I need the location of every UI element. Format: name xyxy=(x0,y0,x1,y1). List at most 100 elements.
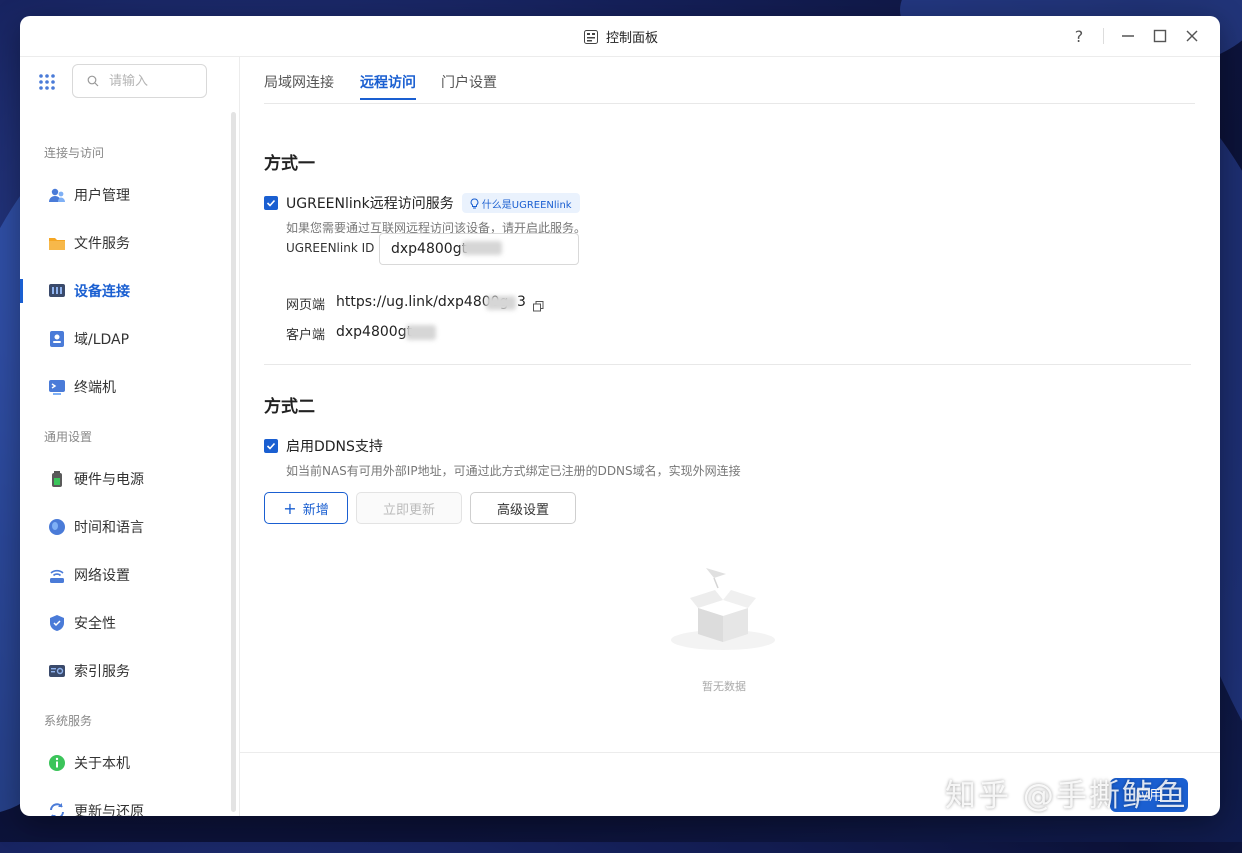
update-now-button[interactable]: 立即更新 xyxy=(356,492,462,524)
ddns-hint: 如当前NAS有可用外部IP地址，可通过此方式绑定已注册的DDNS域名，实现外网连… xyxy=(286,464,741,478)
bulb-icon xyxy=(470,197,479,208)
close-icon xyxy=(1186,30,1198,42)
sidebar-item-update-restore[interactable]: 更新与还原 xyxy=(20,791,230,816)
sidebar-item-label: 终端机 xyxy=(74,380,116,396)
ugreenlink-row: UGREENlink远程访问服务 什么是UGREENlink xyxy=(264,193,580,213)
ugreenlink-id-field[interactable] xyxy=(379,233,579,265)
ugreenlink-id-label: UGREENlink ID xyxy=(286,241,375,255)
redacted-mask xyxy=(486,296,516,310)
search-box[interactable] xyxy=(72,64,207,98)
close-button[interactable] xyxy=(1180,24,1204,48)
copy-icon[interactable] xyxy=(533,297,544,316)
add-button[interactable]: + 新增 xyxy=(264,492,348,524)
users-icon xyxy=(48,186,66,204)
main-content: 局域网连接 远程访问 门户设置 方式一 UGREENlink远程访问服务 什么是… xyxy=(240,56,1220,816)
advanced-settings-label: 高级设置 xyxy=(496,502,549,518)
sidebar-item-label: 用户管理 xyxy=(74,188,130,204)
section-label-connection: 连接与访问 xyxy=(44,146,105,160)
web-url-tail: 3 xyxy=(517,294,526,310)
sidebar-item-users[interactable]: 用户管理 xyxy=(20,175,230,215)
sidebar-item-time-language[interactable]: 时间和语言 xyxy=(20,507,230,547)
sidebar-item-label: 时间和语言 xyxy=(74,520,144,536)
web-label: 网页端 xyxy=(286,298,326,313)
search-icon xyxy=(87,75,99,87)
sidebar-item-network[interactable]: 网络设置 xyxy=(20,555,230,595)
ugreenlink-checkbox-label: UGREENlink远程访问服务 xyxy=(286,196,454,212)
app-grid-icon[interactable] xyxy=(38,73,56,91)
help-button[interactable]: ? xyxy=(1067,24,1091,48)
empty-state-text: 暂无数据 xyxy=(702,680,746,693)
sidebar: 连接与访问 用户管理 文件服务 设备连接 域/LDAP 终端机 通用设置 硬件与… xyxy=(20,56,240,816)
tab-bar: 局域网连接 远程访问 门户设置 xyxy=(264,56,1195,104)
client-value: dxp4800gt- xyxy=(336,324,418,340)
method2-heading: 方式二 xyxy=(264,397,315,417)
sidebar-item-device-connection[interactable]: 设备连接 xyxy=(20,271,230,311)
checkmark-icon xyxy=(266,442,276,450)
help-icon: ? xyxy=(1074,26,1084,46)
sidebar-item-security[interactable]: 安全性 xyxy=(20,603,230,643)
title-bar: 控制面板 ? xyxy=(20,16,1220,57)
maximize-button[interactable] xyxy=(1148,24,1172,48)
battery-icon xyxy=(48,470,66,488)
device-icon xyxy=(48,282,66,300)
section-label-system: 系统服务 xyxy=(44,714,93,728)
index-icon xyxy=(48,662,66,680)
update-now-label: 立即更新 xyxy=(382,502,435,518)
titlebar-divider xyxy=(1103,28,1104,44)
sidebar-item-label: 关于本机 xyxy=(74,756,130,772)
sidebar-item-label: 索引服务 xyxy=(74,664,130,680)
maximize-icon xyxy=(1153,29,1167,43)
sidebar-item-label: 硬件与电源 xyxy=(74,472,144,488)
watermark: 知乎 @手撕鲈鱼 xyxy=(945,778,1188,814)
folder-icon xyxy=(48,234,66,252)
sidebar-item-label: 安全性 xyxy=(74,616,116,632)
refresh-icon xyxy=(48,802,66,816)
info-icon xyxy=(48,754,66,772)
web-url[interactable]: https://ug.link/dxp4800g xyxy=(336,294,508,310)
sidebar-item-label: 更新与还原 xyxy=(74,804,144,816)
client-label: 客户端 xyxy=(286,328,326,343)
section-label-general: 通用设置 xyxy=(44,430,93,444)
plus-icon: + xyxy=(283,498,297,518)
sidebar-item-index[interactable]: 索引服务 xyxy=(20,651,230,691)
empty-box-illustration xyxy=(668,564,778,658)
minimize-button[interactable] xyxy=(1116,24,1140,48)
window-title-text: 控制面板 xyxy=(606,31,659,46)
sidebar-item-label: 网络设置 xyxy=(74,568,130,584)
ugreenlink-checkbox[interactable] xyxy=(264,196,278,210)
ldap-icon xyxy=(48,330,66,348)
tab-remote-access[interactable]: 远程访问 xyxy=(360,72,416,92)
checkmark-icon xyxy=(266,199,276,207)
terminal-icon xyxy=(48,378,66,396)
control-panel-icon xyxy=(584,29,598,44)
window-title: 控制面板 xyxy=(584,27,658,46)
ddns-checkbox-label: 启用DDNS支持 xyxy=(286,439,383,455)
sidebar-item-terminal[interactable]: 终端机 xyxy=(20,367,230,407)
sidebar-item-file-services[interactable]: 文件服务 xyxy=(20,223,230,263)
redacted-mask xyxy=(462,241,502,255)
what-is-ugreenlink-link[interactable]: 什么是UGREENlink xyxy=(461,193,580,213)
search-input[interactable] xyxy=(107,72,201,90)
section-divider xyxy=(264,364,1191,365)
tab-portal-settings[interactable]: 门户设置 xyxy=(441,72,497,92)
add-button-label: 新增 xyxy=(302,502,329,518)
redacted-mask xyxy=(406,325,436,340)
sidebar-scrollbar[interactable] xyxy=(231,112,236,812)
network-icon xyxy=(48,566,66,584)
sidebar-item-about[interactable]: 关于本机 xyxy=(20,743,230,783)
ddns-checkbox[interactable] xyxy=(264,439,278,453)
tab-lan-connection[interactable]: 局域网连接 xyxy=(264,72,334,92)
help-chip-text: 什么是UGREENlink xyxy=(481,199,572,211)
globe-icon xyxy=(48,518,66,536)
control-panel-window: 控制面板 ? 连接与访问 用户管理 文件服 xyxy=(20,16,1220,816)
active-tab-indicator xyxy=(360,98,416,100)
sidebar-item-ldap[interactable]: 域/LDAP xyxy=(20,319,230,359)
sidebar-item-label: 域/LDAP xyxy=(74,332,130,348)
sidebar-item-label: 文件服务 xyxy=(74,236,130,252)
sidebar-item-hardware-power[interactable]: 硬件与电源 xyxy=(20,459,230,499)
advanced-settings-button[interactable]: 高级设置 xyxy=(470,492,576,524)
sidebar-item-label: 设备连接 xyxy=(74,284,130,300)
shield-icon xyxy=(48,614,66,632)
method1-heading: 方式一 xyxy=(264,154,315,174)
minimize-icon xyxy=(1122,35,1134,37)
